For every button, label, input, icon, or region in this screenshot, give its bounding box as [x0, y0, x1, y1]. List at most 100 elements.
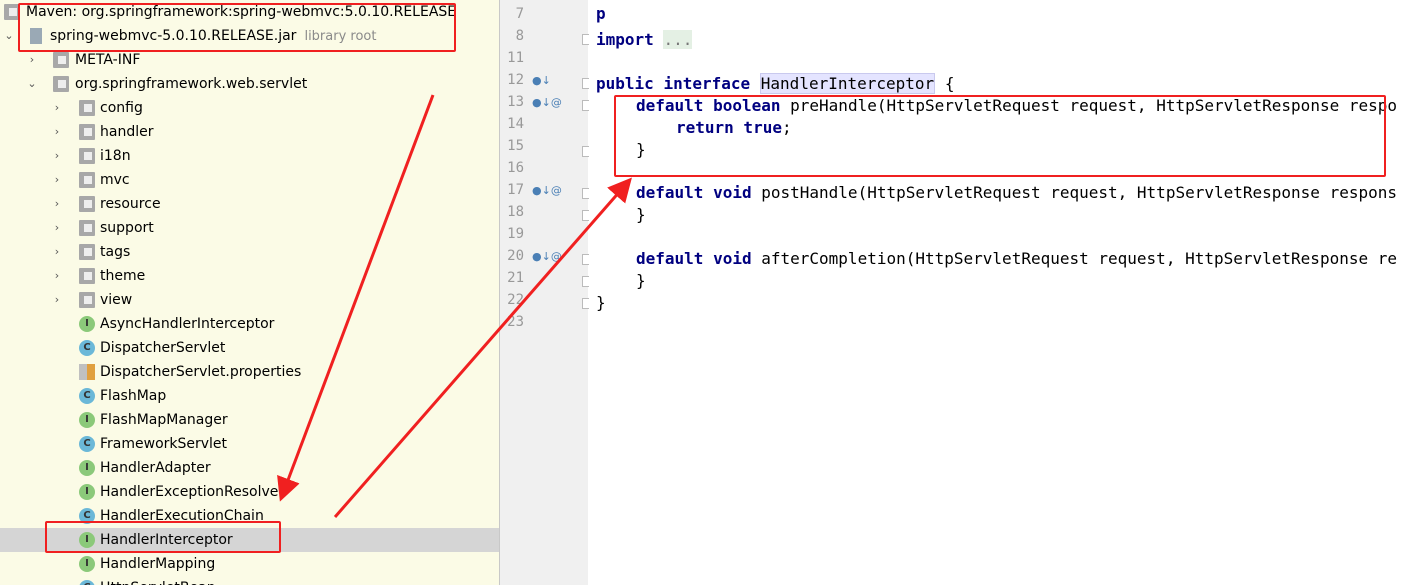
tree-item-label: HandlerMapping — [100, 556, 216, 572]
tree-item-label: HandlerExceptionResolver — [100, 484, 285, 500]
tree-row-file[interactable]: I HandlerMapping — [0, 552, 499, 576]
chevron-right-icon[interactable]: › — [52, 174, 62, 185]
tree-row-file[interactable]: C HttpServletBean — [0, 576, 499, 585]
tree-row-folder[interactable]: › theme — [0, 264, 499, 288]
tree-row-folder[interactable]: › config — [0, 96, 499, 120]
line-number: 14 — [507, 116, 524, 132]
package-icon — [79, 196, 95, 212]
tree-row-folder[interactable]: › handler — [0, 120, 499, 144]
tree-row-file[interactable]: I FlashMapManager — [0, 408, 499, 432]
package-icon — [79, 100, 95, 116]
line-number: 20 — [507, 248, 524, 264]
chevron-down-icon[interactable]: ⌄ — [4, 30, 14, 41]
tree-row-folder[interactable]: › mvc — [0, 168, 499, 192]
line-number: 7 — [515, 6, 524, 22]
tree-item-label: theme — [100, 268, 146, 284]
tree-row-file[interactable]: C DispatcherServlet — [0, 336, 499, 360]
line-number: 12 — [507, 72, 524, 88]
line-number: 22 — [507, 292, 524, 308]
tree-row-file[interactable]: I AsyncHandlerInterceptor — [0, 312, 499, 336]
tree-item-label: HandlerAdapter — [100, 460, 211, 476]
chevron-right-icon[interactable]: › — [52, 222, 62, 233]
interface-icon: I — [79, 460, 95, 476]
annotation-box-library — [18, 3, 456, 52]
chevron-right-icon[interactable]: › — [52, 246, 62, 257]
chevron-right-icon[interactable]: › — [52, 198, 62, 209]
line-number: 23 — [507, 314, 524, 330]
package-icon — [79, 172, 95, 188]
properties-file-icon — [79, 364, 95, 380]
code-line-22: } — [596, 293, 606, 312]
chevron-right-icon[interactable]: › — [52, 102, 62, 113]
line-number: 16 — [507, 160, 524, 176]
line-number: 19 — [507, 226, 524, 242]
code-line-7-partial: p — [596, 4, 606, 23]
tree-item-label: handler — [100, 124, 154, 140]
package-icon — [79, 220, 95, 236]
annotation-box-selected-file — [45, 521, 281, 553]
chevron-right-icon[interactable]: › — [52, 150, 62, 161]
tree-item-label: FrameworkServlet — [100, 436, 228, 452]
tree-item-label: FlashMap — [100, 388, 167, 404]
code-line-18: } — [636, 205, 646, 224]
chevron-right-icon[interactable]: › — [27, 54, 37, 65]
code-line-21: } — [636, 271, 646, 290]
tree-item-label: AsyncHandlerInterceptor — [100, 316, 275, 332]
annotation-box-prehandle — [614, 95, 1386, 177]
chevron-right-icon[interactable]: › — [52, 126, 62, 137]
tree-item-label: resource — [100, 196, 161, 212]
tree-row-file[interactable]: C FlashMap — [0, 384, 499, 408]
tree-row-folder[interactable]: › view — [0, 288, 499, 312]
tree-item-label: tags — [100, 244, 131, 260]
chevron-down-icon[interactable]: ⌄ — [27, 78, 37, 89]
package-icon — [79, 244, 95, 260]
override-icon[interactable]: ●↓@ — [532, 250, 562, 263]
line-number: 21 — [507, 270, 524, 286]
line-number: 15 — [507, 138, 524, 154]
tree-item-label: DispatcherServlet.properties — [100, 364, 302, 380]
tree-item-label: DispatcherServlet — [100, 340, 226, 356]
tree-item-label: mvc — [100, 172, 130, 188]
override-icon[interactable]: ●↓@ — [532, 184, 562, 197]
tree-row-file[interactable]: C FrameworkServlet — [0, 432, 499, 456]
line-number: 17 — [507, 182, 524, 198]
chevron-right-icon[interactable]: › — [52, 270, 62, 281]
interface-name[interactable]: HandlerInterceptor — [759, 73, 936, 94]
folder-icon — [53, 52, 69, 68]
package-icon — [79, 292, 95, 308]
override-icon[interactable]: ●↓@ — [532, 96, 562, 109]
tree-item-label: i18n — [100, 148, 131, 164]
tree-row-file[interactable]: I HandlerExceptionResolver — [0, 480, 499, 504]
tree-row-package[interactable]: ⌄ org.springframework.web.servlet — [0, 72, 499, 96]
tree-item-label: FlashMapManager — [100, 412, 228, 428]
class-icon: C — [79, 388, 95, 404]
folded-imports[interactable]: ... — [663, 30, 693, 49]
chevron-right-icon[interactable]: › — [52, 294, 62, 305]
code-line-8: import ... — [596, 30, 693, 49]
tree-row-folder[interactable]: › resource — [0, 192, 499, 216]
code-line-12: public interface HandlerInterceptor { — [596, 73, 955, 94]
line-number: 8 — [515, 28, 524, 44]
tree-item-label: HttpServletBean — [100, 576, 216, 585]
package-icon — [79, 124, 95, 140]
code-line-17: default void postHandle(HttpServletReque… — [636, 183, 1397, 202]
class-icon: C — [79, 340, 95, 356]
tree-item-label: config — [100, 100, 143, 116]
tree-row-folder[interactable]: › i18n — [0, 144, 499, 168]
interface-icon: I — [79, 484, 95, 500]
tree-row-folder[interactable]: › tags — [0, 240, 499, 264]
implemented-icon[interactable]: ●↓ — [532, 74, 551, 87]
line-number: 11 — [507, 50, 524, 66]
tree-item-label: view — [100, 292, 133, 308]
package-icon — [53, 76, 69, 92]
class-icon: C — [79, 580, 95, 585]
code-line-20: default void afterCompletion(HttpServlet… — [636, 249, 1397, 268]
package-label: org.springframework.web.servlet — [75, 76, 308, 92]
tree-item-label: support — [100, 220, 154, 236]
package-icon — [79, 148, 95, 164]
tree-row-folder[interactable]: › support — [0, 216, 499, 240]
class-icon: C — [79, 436, 95, 452]
tree-row-file[interactable]: I HandlerAdapter — [0, 456, 499, 480]
tree-row-file[interactable]: DispatcherServlet.properties — [0, 360, 499, 384]
package-icon — [79, 268, 95, 284]
